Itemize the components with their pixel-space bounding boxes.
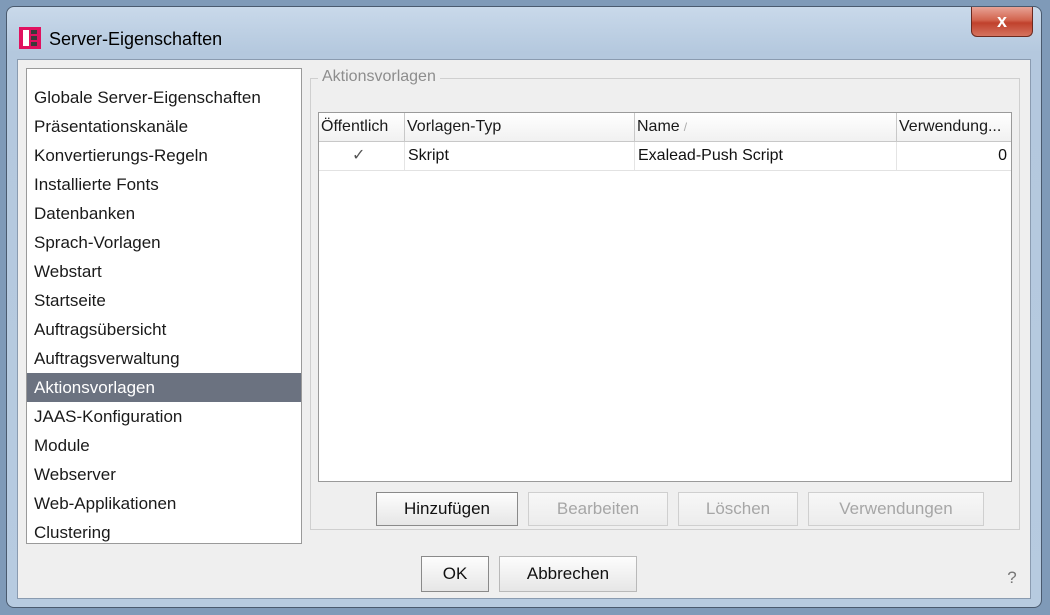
cell-template-type: Skript	[405, 142, 635, 170]
nav-item-praesentationskanaele[interactable]: Präsentationskanäle	[27, 112, 301, 141]
cell-name: Exalead-Push Script	[635, 142, 897, 170]
checkmark-icon: ✓	[352, 147, 366, 164]
nav-item-globale-server-eigenschaften[interactable]: Globale Server-Eigenschaften	[27, 83, 301, 112]
nav-item-datenbanken[interactable]: Datenbanken	[27, 199, 301, 228]
nav-item-startseite[interactable]: Startseite	[27, 286, 301, 315]
column-header-public[interactable]: Öffentlich	[319, 113, 405, 141]
column-header-name-label: Name	[637, 118, 680, 135]
dialog-window: Server-Eigenschaften x Globale Server-Ei…	[6, 6, 1042, 608]
column-header-usage[interactable]: Verwendung...	[897, 113, 1011, 141]
nav-item-aktionsvorlagen[interactable]: Aktionsvorlagen	[27, 373, 301, 402]
close-icon: x	[996, 11, 1007, 31]
ok-button[interactable]: OK	[421, 556, 489, 592]
nav-item-konvertierungs-regeln[interactable]: Konvertierungs-Regeln	[27, 141, 301, 170]
usages-button[interactable]: Verwendungen	[808, 492, 984, 526]
cell-public[interactable]: ✓	[319, 142, 405, 170]
column-header-template-type[interactable]: Vorlagen-Typ	[405, 113, 635, 141]
nav-item-sprach-vorlagen[interactable]: Sprach-Vorlagen	[27, 228, 301, 257]
cancel-button[interactable]: Abbrechen	[499, 556, 637, 592]
nav-item-module[interactable]: Module	[27, 431, 301, 460]
nav-item-web-applikationen[interactable]: Web-Applikationen	[27, 489, 301, 518]
nav-item-webserver[interactable]: Webserver	[27, 460, 301, 489]
nav-item-auftragsuebersicht[interactable]: Auftragsübersicht	[27, 315, 301, 344]
nav-item-jaas-konfiguration[interactable]: JAAS-Konfiguration	[27, 402, 301, 431]
title-bar[interactable]: Server-Eigenschaften x	[7, 7, 1041, 59]
group-label: Aktionsvorlagen	[318, 68, 440, 86]
cell-usage: 0	[998, 147, 1007, 164]
help-icon[interactable]: ?	[1002, 568, 1022, 588]
templates-table: Öffentlich Vorlagen-Typ Name / Verwendung…	[318, 112, 1012, 482]
table-header: Öffentlich Vorlagen-Typ Name / Verwendung…	[319, 113, 1011, 142]
table-row[interactable]: ✓ Skript Exalead-Push Script 0	[319, 142, 1011, 171]
add-button[interactable]: Hinzufügen	[376, 492, 518, 526]
nav-item-installierte-fonts[interactable]: Installierte Fonts	[27, 170, 301, 199]
close-button[interactable]: x	[971, 7, 1033, 37]
nav-item-webstart[interactable]: Webstart	[27, 257, 301, 286]
nav-item-clustering[interactable]: Clustering	[27, 518, 301, 547]
window-title: Server-Eigenschaften	[49, 29, 223, 49]
dialog-client-area: Globale Server-Eigenschaften Präsentatio…	[17, 59, 1031, 599]
settings-nav-list: Globale Server-Eigenschaften Präsentatio…	[26, 68, 302, 544]
nav-item-auftragsverwaltung[interactable]: Auftragsverwaltung	[27, 344, 301, 373]
column-header-name[interactable]: Name /	[635, 113, 897, 141]
app-logo-icon	[19, 27, 41, 49]
edit-button[interactable]: Bearbeiten	[528, 492, 668, 526]
delete-button[interactable]: Löschen	[678, 492, 798, 526]
sort-ascending-icon: /	[683, 120, 688, 134]
